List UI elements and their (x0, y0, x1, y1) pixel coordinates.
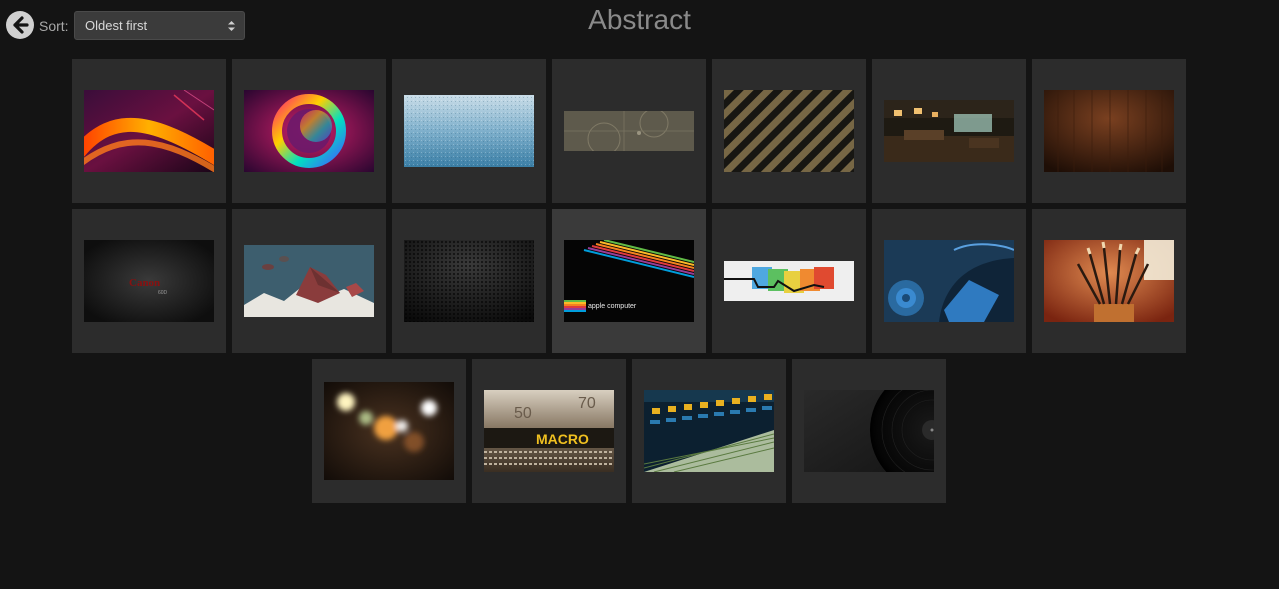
wallpaper-thumbnail: 50 70 MACRO (484, 390, 614, 472)
macro-text: MACRO (536, 431, 589, 447)
wallpaper-tile[interactable] (232, 209, 386, 353)
wallpaper-thumbnail (244, 245, 374, 317)
wallpaper-thumbnail (564, 111, 694, 151)
wallpaper-tile[interactable] (392, 209, 546, 353)
wallpaper-thumbnail (1044, 90, 1174, 172)
wallpaper-tile[interactable] (552, 59, 706, 203)
wallpaper-tile[interactable] (392, 59, 546, 203)
page-title: Abstract (588, 4, 691, 35)
wallpaper-thumbnail (644, 390, 774, 472)
canon-model-text: 60D (158, 290, 168, 296)
wallpaper-thumbnail (244, 90, 374, 172)
wallpaper-tile[interactable] (712, 209, 866, 353)
canon-logo-text: Canon (129, 277, 160, 289)
wallpaper-thumbnail (324, 382, 454, 480)
lens-70-text: 70 (578, 395, 596, 412)
apple-computer-text: apple computer (588, 303, 637, 310)
wallpaper-thumbnail (724, 90, 854, 172)
wallpaper-thumbnail (884, 100, 1014, 162)
wallpaper-tile[interactable] (72, 59, 226, 203)
wallpaper-tile[interactable]: 50 70 MACRO (472, 359, 626, 503)
wallpaper-tile[interactable] (632, 359, 786, 503)
wallpaper-thumbnail (724, 261, 854, 301)
wallpaper-tile[interactable] (792, 359, 946, 503)
wallpaper-tile[interactable] (872, 59, 1026, 203)
wallpaper-thumbnail (404, 240, 534, 322)
wallpaper-tile[interactable] (312, 359, 466, 503)
wallpaper-tile[interactable] (872, 209, 1026, 353)
wallpaper-tile[interactable] (232, 59, 386, 203)
wallpaper-tile[interactable]: Canon 60D (72, 209, 226, 353)
wallpaper-tile[interactable]: apple computer (552, 209, 706, 353)
wallpaper-tile[interactable] (712, 59, 866, 203)
wallpaper-thumbnail (884, 240, 1014, 322)
wallpaper-thumbnail (404, 95, 534, 167)
wallpaper-thumbnail: apple computer (564, 240, 694, 322)
wallpaper-tile[interactable] (1032, 59, 1186, 203)
lens-50-text: 50 (514, 405, 532, 422)
wallpaper-thumbnail: Canon 60D (84, 240, 214, 322)
wallpaper-thumbnail (1044, 240, 1174, 322)
wallpaper-tile[interactable] (1032, 209, 1186, 353)
wallpaper-thumbnail (804, 390, 934, 472)
wallpaper-thumbnail (84, 90, 214, 172)
top-bar: Sort: Oldest first Abstract (0, 0, 1279, 50)
